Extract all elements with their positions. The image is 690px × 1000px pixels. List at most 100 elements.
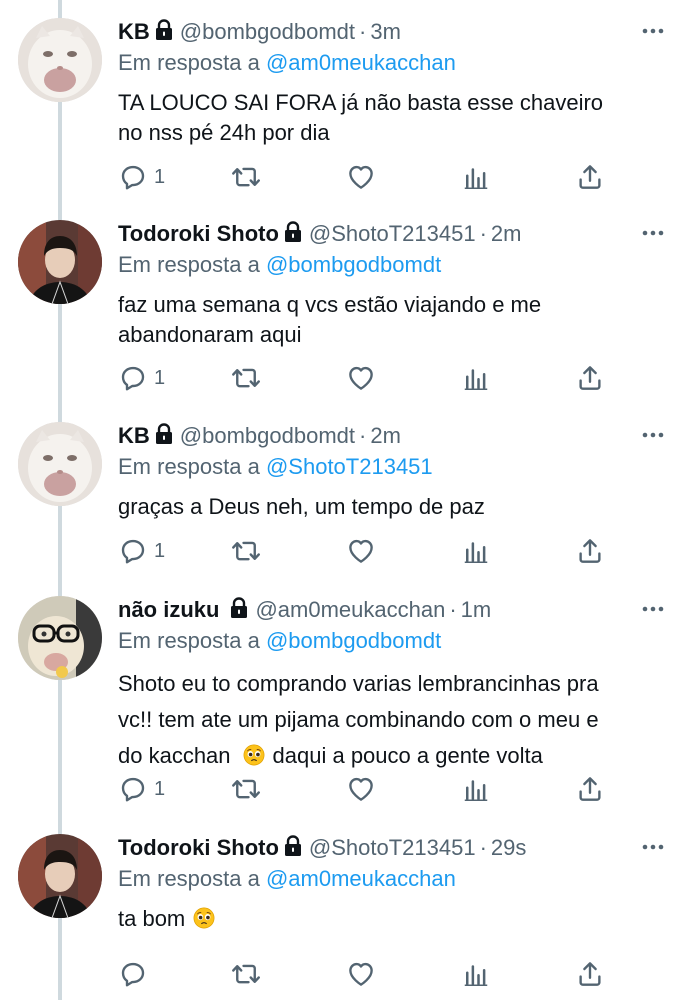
retweet-button[interactable] [230,361,262,395]
user-handle[interactable]: @ShotoT213451 [309,835,476,860]
reply-button[interactable] [118,957,154,991]
more-icon[interactable] [636,16,670,46]
timestamp[interactable]: 2m [491,221,522,246]
reply-to-link[interactable]: @bombgodbomdt [266,252,441,277]
reply-to-link[interactable]: @am0meukacchan [266,50,456,75]
reply-to-link[interactable]: @am0meukacchan [266,866,456,891]
reply-prefix: Em resposta a [118,454,260,479]
reply-context: Em resposta a @bombgodbomdt [118,250,670,280]
retweet-icon [230,162,262,192]
reply-to-link[interactable]: @ShotoT213451 [266,454,433,479]
reply-icon [118,363,148,393]
like-button[interactable] [346,361,376,395]
tweet-text: faz uma semana q vcs estão viajando e me… [118,290,670,350]
display-name[interactable]: Todoroki Shoto [118,835,279,860]
tweet-header: Todoroki Shoto @ShotoT213451 · 29s [118,832,670,864]
pleading-face-emoji [193,907,215,929]
analytics-icon [461,959,491,989]
display-name[interactable]: Todoroki Shoto [118,221,279,246]
reply-prefix: Em resposta a [118,252,260,277]
avatar[interactable] [18,596,102,680]
retweet-icon [230,774,262,804]
reply-context: Em resposta a @am0meukacchan [118,864,670,894]
reply-prefix: Em resposta a [118,628,260,653]
share-icon [575,363,605,393]
more-icon[interactable] [636,832,670,862]
views-button[interactable] [461,957,491,991]
share-button[interactable] [575,160,605,194]
retweet-button[interactable] [230,957,262,991]
like-button[interactable] [346,534,376,568]
avatar[interactable] [18,220,102,304]
timestamp[interactable]: 1m [461,597,492,622]
share-button[interactable] [575,361,605,395]
text-line: TA LOUCO SAI FORA já não basta esse chav… [118,90,604,115]
views-button[interactable] [461,534,491,568]
action-bar: 1 [118,534,618,568]
user-handle[interactable]: @am0meukacchan [255,597,445,622]
user-handle[interactable]: @bombgodbomdt [180,423,355,448]
reply-button[interactable]: 1 [118,534,165,568]
text-line: abandonaram aqui [118,322,302,347]
retweet-button[interactable] [230,534,262,568]
views-button[interactable] [461,160,491,194]
text-line: no nss pé 24h por dia [118,120,330,145]
share-icon [575,774,605,804]
timestamp[interactable]: 29s [491,835,526,860]
reply-button[interactable]: 1 [118,160,165,194]
reply-icon [118,162,148,192]
heart-icon [346,363,376,393]
views-button[interactable] [461,361,491,395]
share-button[interactable] [575,534,605,568]
reply-button[interactable]: 1 [118,361,165,395]
user-handle[interactable]: @bombgodbomdt [180,19,355,44]
share-button[interactable] [575,957,605,991]
avatar[interactable] [18,18,102,102]
views-button[interactable] [461,772,491,806]
lock-icon [154,19,174,41]
like-button[interactable] [346,772,376,806]
more-icon[interactable] [636,218,670,248]
heart-icon [346,536,376,566]
display-name[interactable]: não izuku [118,597,219,622]
action-bar: 1 [118,772,618,806]
share-button[interactable] [575,772,605,806]
lock-icon [154,423,174,445]
lock-icon [283,835,303,857]
reply-button[interactable]: 1 [118,772,165,806]
reply-icon [118,536,148,566]
lock-icon [283,221,303,243]
tweet-header: não izuku @am0meukacchan · 1m [118,594,670,626]
like-button[interactable] [346,957,376,991]
analytics-icon [461,363,491,393]
heart-icon [346,162,376,192]
display-name[interactable]: KB [118,423,150,448]
text-line: faz uma semana q vcs estão viajando e me [118,292,542,317]
separator-dot: · [449,597,457,622]
tweet-text: TA LOUCO SAI FORA já não basta esse chav… [118,88,670,148]
retweet-button[interactable] [230,772,262,806]
reply-to-link[interactable]: @bombgodbomdt [266,628,441,653]
heart-icon [346,959,376,989]
user-handle[interactable]: @ShotoT213451 [309,221,476,246]
timestamp[interactable]: 2m [370,423,401,448]
text-segment: daqui a pouco a gente volta [272,743,543,768]
text-line: Shoto eu to comprando varias lembrancinh… [118,671,599,696]
text-line: graças a Deus neh, um tempo de paz [118,494,485,519]
avatar[interactable] [18,834,102,918]
timestamp[interactable]: 3m [370,19,401,44]
separator-dot: · [359,19,367,44]
text-segment: do kacchan [118,743,231,768]
more-icon[interactable] [636,420,670,450]
retweet-icon [230,959,262,989]
retweet-icon [230,363,262,393]
tweet-text: Shoto eu to comprando varias lembrancinh… [118,666,670,774]
more-icon[interactable] [636,594,670,624]
reply-prefix: Em resposta a [118,50,260,75]
tweet-header: KB @bombgodbomdt · 2m [118,420,670,452]
separator-dot: · [359,423,367,448]
display-name[interactable]: KB [118,19,150,44]
retweet-button[interactable] [230,160,262,194]
avatar[interactable] [18,422,102,506]
like-button[interactable] [346,160,376,194]
